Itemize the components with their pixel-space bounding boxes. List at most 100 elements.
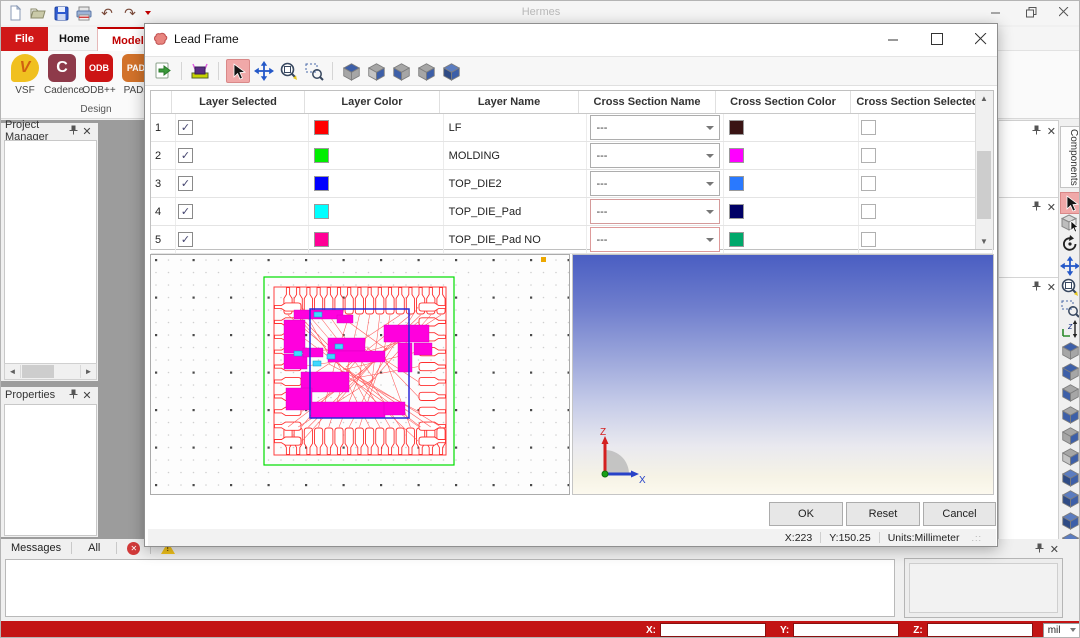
cross-section-name-dropdown[interactable]: --- — [590, 143, 720, 168]
column-header[interactable]: Layer Name — [440, 91, 579, 113]
view-cube-bottom[interactable] — [365, 60, 387, 82]
messages-output[interactable] — [5, 559, 895, 617]
layer-color-swatch[interactable] — [314, 148, 329, 163]
cross-section-color-swatch[interactable] — [729, 204, 744, 219]
cancel-button[interactable]: Cancel — [923, 502, 996, 526]
scroll-up-icon[interactable]: ▲ — [976, 91, 992, 106]
ribbon-button-cadence[interactable]: CCadence — [44, 54, 80, 96]
cross-section-color-swatch[interactable] — [729, 176, 744, 191]
zoom-icon[interactable] — [278, 60, 300, 82]
view-cube-solid[interactable] — [440, 60, 462, 82]
resize-grip[interactable]: .:: — [971, 533, 982, 543]
tab-messages[interactable]: Messages — [1, 542, 71, 554]
properties-content[interactable] — [4, 404, 97, 536]
project-tree-hscrollbar[interactable]: ◄ ► — [4, 363, 97, 380]
leadframe-3d-view[interactable]: Z X — [572, 254, 994, 495]
column-header[interactable]: Cross Section Color — [716, 91, 851, 113]
view-cube-back[interactable] — [1060, 362, 1080, 382]
select-icon[interactable] — [1060, 192, 1080, 214]
view-cube-right[interactable] — [1060, 425, 1080, 445]
project-tree[interactable] — [4, 140, 97, 364]
cross-section-name-dropdown[interactable]: --- — [590, 227, 720, 252]
layer-selected-checkbox[interactable]: ✓ — [178, 148, 193, 163]
pin-icon[interactable] — [1032, 201, 1041, 214]
window-close-button[interactable] — [1047, 1, 1080, 23]
pan-icon[interactable] — [253, 60, 275, 82]
open-icon[interactable] — [30, 5, 46, 21]
close-icon[interactable]: ✕ — [1050, 543, 1059, 556]
pan-icon[interactable] — [1060, 256, 1080, 276]
close-icon[interactable]: ✕ — [1047, 281, 1056, 294]
view-cube-bottom[interactable] — [1060, 446, 1080, 466]
scroll-left-icon[interactable]: ◄ — [5, 365, 20, 378]
cross-section-selected-checkbox[interactable] — [861, 148, 876, 163]
column-header[interactable]: Layer Selected — [172, 91, 305, 113]
tab-home[interactable]: Home — [45, 27, 104, 51]
layer-selected-checkbox[interactable]: ✓ — [178, 232, 193, 247]
z-coord-input[interactable] — [927, 623, 1033, 637]
window-restore-button[interactable] — [1014, 1, 1048, 23]
view-cube-solid[interactable] — [1060, 468, 1080, 488]
dialog-minimize-button[interactable] — [871, 24, 915, 54]
new-file-icon[interactable] — [7, 5, 23, 21]
dialog-close-button[interactable] — [959, 24, 1003, 54]
view-cube-solid[interactable] — [1060, 489, 1080, 509]
view-cube-left[interactable] — [1060, 383, 1080, 403]
zoom-window-icon[interactable] — [303, 60, 325, 82]
layer-selected-checkbox[interactable]: ✓ — [178, 120, 193, 135]
leadframe-2d-view[interactable] — [150, 254, 570, 495]
layer-color-swatch[interactable] — [314, 232, 329, 247]
rotate-icon[interactable] — [1060, 234, 1080, 254]
quick-access-dropdown-icon[interactable] — [145, 11, 151, 15]
window-minimize-button[interactable] — [979, 1, 1013, 23]
dialog-maximize-button[interactable] — [915, 24, 959, 54]
close-icon[interactable]: ✕ — [1047, 201, 1056, 214]
select-icon[interactable] — [226, 59, 250, 83]
view-cube-solid[interactable] — [1060, 510, 1080, 530]
units-select[interactable]: mil — [1043, 623, 1080, 638]
scroll-right-icon[interactable]: ► — [81, 365, 96, 378]
undo-icon[interactable]: ↶ — [99, 5, 115, 21]
pin-icon[interactable] — [66, 125, 80, 138]
cross-section-selected-checkbox[interactable] — [861, 232, 876, 247]
cross-section-selected-checkbox[interactable] — [861, 176, 876, 191]
scroll-down-icon[interactable]: ▼ — [976, 234, 992, 249]
errors-filter-icon[interactable]: ✕ — [127, 542, 140, 555]
close-icon[interactable]: ✕ — [1047, 125, 1056, 138]
print-icon[interactable] — [76, 5, 92, 21]
layer-selected-checkbox[interactable]: ✓ — [178, 176, 193, 191]
cross-section-color-swatch[interactable] — [729, 232, 744, 247]
pin-icon[interactable] — [1035, 543, 1044, 556]
save-icon[interactable] — [53, 5, 69, 21]
layer-color-swatch[interactable] — [314, 204, 329, 219]
zoom-icon[interactable] — [1060, 277, 1080, 297]
ribbon-button-odbpp[interactable]: ODBODB++ — [81, 54, 117, 96]
zoom-window-icon[interactable] — [1060, 298, 1080, 318]
column-header[interactable]: Layer Color — [305, 91, 440, 113]
cross-section-color-swatch[interactable] — [729, 120, 744, 135]
select-3d-icon[interactable] — [1060, 213, 1080, 233]
tab-components[interactable]: Components — [1060, 126, 1080, 188]
x-coord-input[interactable] — [660, 623, 766, 637]
cross-section-name-dropdown[interactable]: --- — [590, 171, 720, 196]
close-icon[interactable]: ✕ — [80, 125, 94, 138]
scale-z-icon[interactable]: z — [1060, 319, 1080, 339]
vscroll-thumb[interactable] — [977, 151, 991, 219]
import-icon[interactable] — [152, 60, 174, 82]
cross-section-color-swatch[interactable] — [729, 148, 744, 163]
view-cube-right[interactable] — [415, 60, 437, 82]
layer-color-swatch[interactable] — [314, 120, 329, 135]
ribbon-button-vsf[interactable]: VVSF — [7, 54, 43, 96]
ok-button[interactable]: OK — [769, 502, 843, 526]
cross-section-selected-checkbox[interactable] — [861, 120, 876, 135]
tab-file[interactable]: File — [1, 27, 48, 51]
close-icon[interactable]: ✕ — [80, 389, 94, 402]
cross-section-name-dropdown[interactable]: --- — [590, 199, 720, 224]
pin-icon[interactable] — [1032, 281, 1041, 294]
tab-all[interactable]: All — [72, 542, 116, 554]
view-cube-left[interactable] — [390, 60, 412, 82]
view-cube-top[interactable] — [1060, 340, 1080, 360]
pin-icon[interactable] — [1032, 125, 1041, 138]
pin-icon[interactable] — [66, 389, 80, 402]
column-header[interactable]: Cross Section Selected — [851, 91, 985, 113]
